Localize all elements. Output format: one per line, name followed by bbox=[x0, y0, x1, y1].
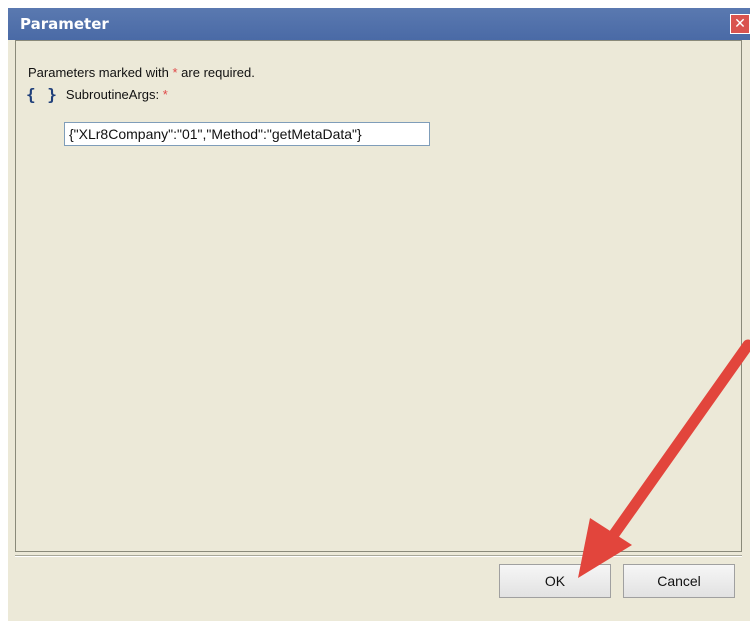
param-required-star: * bbox=[162, 87, 168, 102]
dialog-title: Parameter bbox=[20, 15, 109, 33]
parameter-panel: Parameters marked with * are required. {… bbox=[15, 40, 742, 552]
ok-button[interactable]: OK bbox=[499, 564, 611, 598]
cancel-button[interactable]: Cancel bbox=[623, 564, 735, 598]
object-braces-icon: { } bbox=[26, 85, 58, 104]
close-icon[interactable]: ✕ bbox=[730, 14, 750, 34]
param-label: SubroutineArgs: bbox=[65, 87, 160, 102]
subroutine-args-input[interactable] bbox=[64, 122, 430, 146]
required-note-prefix: Parameters marked with bbox=[28, 65, 173, 80]
param-row-subroutine-args: { } SubroutineArgs: * bbox=[26, 85, 168, 104]
required-note: Parameters marked with * are required. bbox=[28, 65, 255, 80]
dialog-titlebar[interactable]: Parameter ✕ bbox=[8, 8, 750, 40]
button-divider bbox=[15, 555, 742, 557]
required-note-suffix: are required. bbox=[177, 65, 255, 80]
